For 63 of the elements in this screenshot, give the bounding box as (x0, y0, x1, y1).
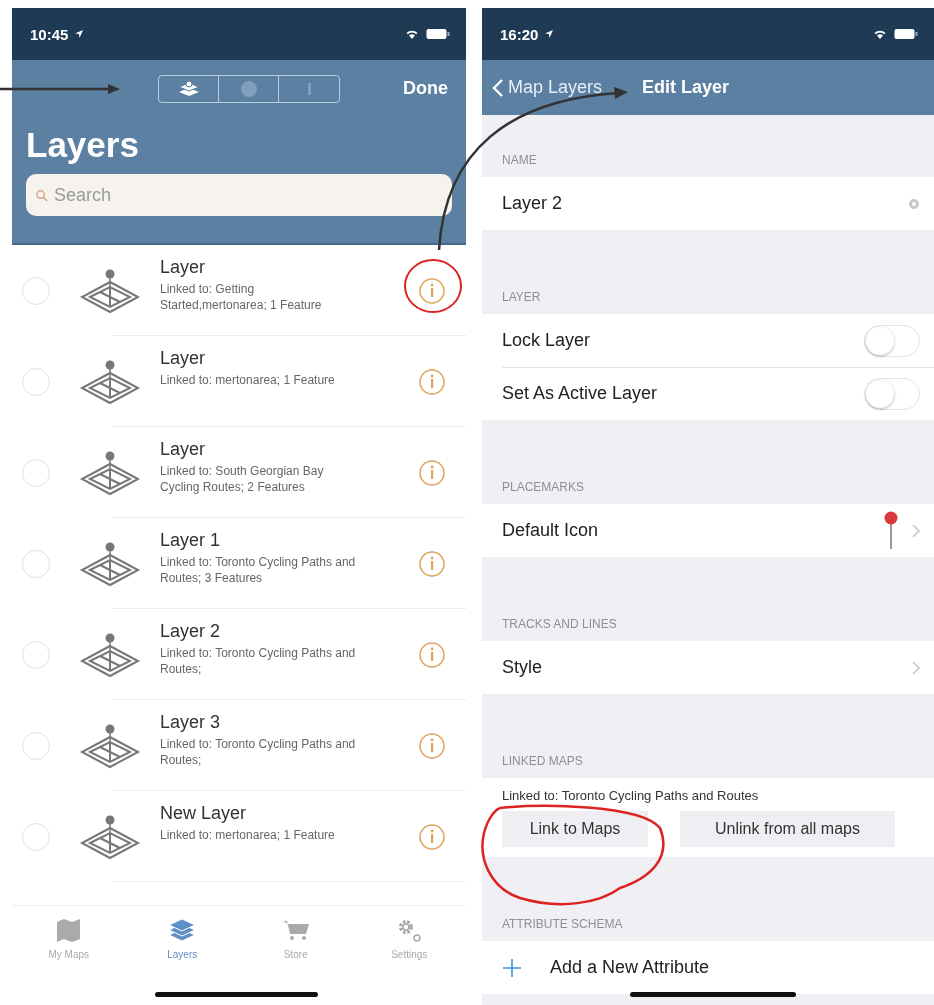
layer-map-icon (78, 813, 142, 860)
wifi-icon (872, 28, 888, 40)
toggle-switch[interactable] (864, 324, 920, 357)
layer-name: Layer (160, 439, 207, 460)
layers-icon (167, 916, 198, 943)
search-field[interactable]: Search (26, 174, 452, 216)
layer-link-text: Linked to: mertonarea; 1 Feature (160, 372, 336, 388)
layers-icon (176, 79, 201, 99)
layer-map-icon (78, 449, 142, 496)
setting-label: Set As Active Layer (502, 383, 659, 404)
back-chevron-icon (492, 77, 504, 98)
status-time: 10:45 (30, 25, 69, 43)
layer-map-icon (78, 358, 142, 405)
layer-map-icon (78, 631, 142, 678)
battery-icon (426, 28, 450, 40)
section-header: TRACKS AND LINES (501, 617, 618, 633)
default-icon-row[interactable]: Default Icon (482, 504, 934, 557)
back-button[interactable]: Map Layers (492, 77, 603, 98)
style-row[interactable]: Style (482, 641, 934, 694)
toggle-switch[interactable] (864, 377, 920, 410)
link-button[interactable]: Link to Maps (502, 811, 648, 847)
section-header: ATTRIBUTE SCHEMA (501, 917, 624, 933)
battery-icon (894, 28, 918, 40)
layer-name: Layer 3 (160, 712, 222, 733)
setting-label: Lock Layer (502, 330, 592, 351)
layer-name: Layer 1 (160, 530, 222, 551)
chevron-icon (912, 660, 920, 675)
chevron-icon (912, 523, 920, 538)
location-icon (544, 29, 555, 39)
layer-name: Layer 2 (160, 621, 222, 642)
plus-icon (502, 957, 522, 978)
layer-name: Layer (160, 348, 207, 369)
layer-link-text: Linked to: Toronto Cycling Paths and Routes; (160, 645, 357, 677)
layer-map-icon (78, 267, 142, 314)
search-icon (35, 189, 48, 202)
link-button[interactable]: Unlink from all maps (680, 811, 895, 847)
layer-link-text: Linked to: South Georgian Bay Cycling Routes; 2 Features (160, 463, 325, 495)
section-header: PLACEMARKS (501, 480, 586, 496)
layer-link-text: Linked to: Toronto Cycling Paths and Routes; 3 Features (160, 554, 357, 586)
layer-link-text: Linked to: mertonarea; 1 Feature (160, 827, 336, 843)
done-button[interactable]: Done (399, 77, 452, 99)
page-title: Layers (26, 124, 140, 166)
section-header: NAME (501, 153, 538, 169)
layer-map-icon (78, 540, 142, 587)
wifi-icon (404, 28, 420, 40)
layer-link-text: Linked to: Getting Started,mertonarea; 1 Feature (160, 281, 323, 313)
section-header: LINKED MAPS (501, 754, 584, 770)
layer-name: Layer (160, 257, 207, 278)
screen-title: Edit Layer (642, 77, 730, 98)
linked-maps-text: Linked to: Toronto Cycling Paths and Routes (502, 788, 760, 803)
section-header: LAYER (501, 290, 542, 306)
name-field[interactable]: Layer 2 (482, 177, 934, 230)
tab-bar-item[interactable]: Layers (125, 906, 239, 970)
annotation-circle (404, 259, 462, 313)
pin-icon (884, 510, 898, 551)
layer-link-text: Linked to: Toronto Cycling Paths and Routes; (160, 736, 357, 768)
circle-icon (238, 79, 259, 99)
add-attribute-row[interactable]: Add a New Attribute (482, 941, 934, 994)
layer-name: New Layer (160, 803, 248, 824)
layer-map-icon (78, 722, 142, 769)
clear-icon[interactable] (908, 197, 920, 210)
location-icon (74, 29, 85, 39)
status-time: 16:20 (500, 25, 539, 43)
